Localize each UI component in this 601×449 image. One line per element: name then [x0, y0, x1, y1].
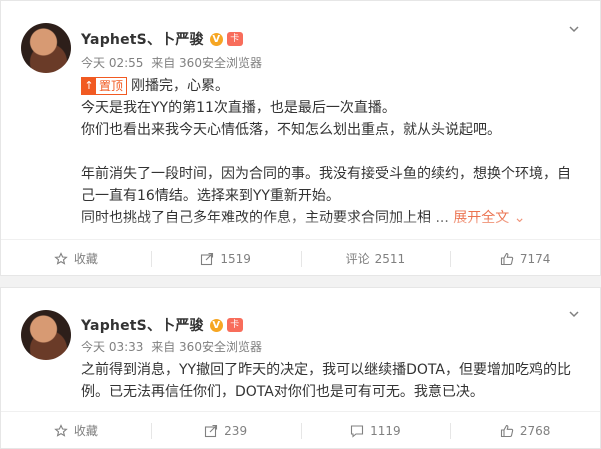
- post-content: ↑ 置顶 刚播完，心累。 今天是我在YY的第11次直播，也是最后一次直播。 你们…: [81, 75, 580, 229]
- expand-link[interactable]: 展开全文 ⌄: [453, 210, 525, 226]
- content-line: 己一直有16情结。选择来到YY重新开始。: [81, 188, 340, 204]
- verified-badge-icon: V: [209, 32, 223, 46]
- content-line: 之前得到消息，YY撤回了昨天的决定，我可以继续播DOTA，但要增加吃鸡的比: [81, 362, 571, 378]
- content-line: 刚播完，心累。: [131, 78, 230, 94]
- post-time[interactable]: 今天 03:33: [81, 340, 143, 354]
- share-icon: [200, 252, 214, 266]
- content-line: 今天是我在YY的第11次直播，也是最后一次直播。: [81, 100, 396, 116]
- avatar[interactable]: [21, 23, 71, 73]
- name-row: YaphetS、卜严骏 V 卡: [81, 29, 243, 49]
- share-icon: [204, 424, 218, 438]
- comment-button[interactable]: 评论 2511: [300, 240, 451, 277]
- content-line: 你们也看出来我今天心情低落，不知怎么划出重点，就从头说起吧。: [81, 122, 501, 138]
- username[interactable]: YaphetS、卜严骏: [81, 315, 204, 335]
- chevron-down-icon[interactable]: [568, 308, 580, 320]
- favorite-button[interactable]: 收藏: [1, 412, 151, 449]
- member-badge-icon: 卡: [226, 32, 243, 46]
- repost-button[interactable]: 239: [150, 412, 301, 449]
- avatar[interactable]: [21, 310, 71, 360]
- like-button[interactable]: 7174: [450, 240, 600, 277]
- weibo-post-1: YaphetS、卜严骏 V 卡 今天 02:55 来自 360安全浏览器 ↑ 置…: [0, 0, 601, 276]
- post-source: 来自 360安全浏览器: [151, 56, 262, 70]
- verified-badge-icon: V: [209, 318, 223, 332]
- post-content: 之前得到消息，YY撤回了昨天的决定，我可以继续播DOTA，但要增加吃鸡的比 例。…: [81, 359, 580, 403]
- member-badge-icon: 卡: [226, 318, 243, 332]
- comment-icon: [350, 424, 364, 438]
- name-row: YaphetS、卜严骏 V 卡: [81, 315, 243, 335]
- thumb-up-icon: [500, 252, 514, 266]
- content-line: 年前消失了一段时间，因为合同的事。我没有接受斗鱼的续约，想换个环境，自: [81, 166, 571, 182]
- chevron-down-icon[interactable]: [568, 23, 580, 35]
- thumb-up-icon: [500, 424, 514, 438]
- like-button[interactable]: 2768: [450, 412, 600, 449]
- content-line: 例。已无法再信任你们，DOTA对你们也是可有可无。我意已决。: [81, 384, 484, 400]
- ellipsis: ...: [435, 210, 449, 226]
- action-bar: 收藏 239 1119 2768: [1, 411, 600, 449]
- pin-icon: ↑: [82, 78, 96, 94]
- post-meta: 今天 03:33 来自 360安全浏览器: [81, 338, 266, 355]
- star-icon: [54, 423, 68, 438]
- action-bar: 收藏 1519 评论 2511 7174: [1, 239, 600, 277]
- expand-chevron-icon: ⌄: [513, 210, 526, 226]
- star-icon: [54, 251, 68, 266]
- pinned-badge: ↑ 置顶: [81, 77, 128, 95]
- content-line: 同时也挑战了自己多年难改的作息，主动要求合同加上相: [81, 210, 431, 226]
- post-time[interactable]: 今天 02:55: [81, 56, 143, 70]
- username[interactable]: YaphetS、卜严骏: [81, 29, 204, 49]
- post-meta: 今天 02:55 来自 360安全浏览器: [81, 54, 266, 71]
- repost-button[interactable]: 1519: [150, 240, 301, 277]
- comment-button[interactable]: 1119: [300, 412, 451, 449]
- post-source: 来自 360安全浏览器: [151, 340, 262, 354]
- weibo-post-2: YaphetS、卜严骏 V 卡 今天 03:33 来自 360安全浏览器 之前得…: [0, 287, 601, 449]
- favorite-button[interactable]: 收藏: [1, 240, 151, 277]
